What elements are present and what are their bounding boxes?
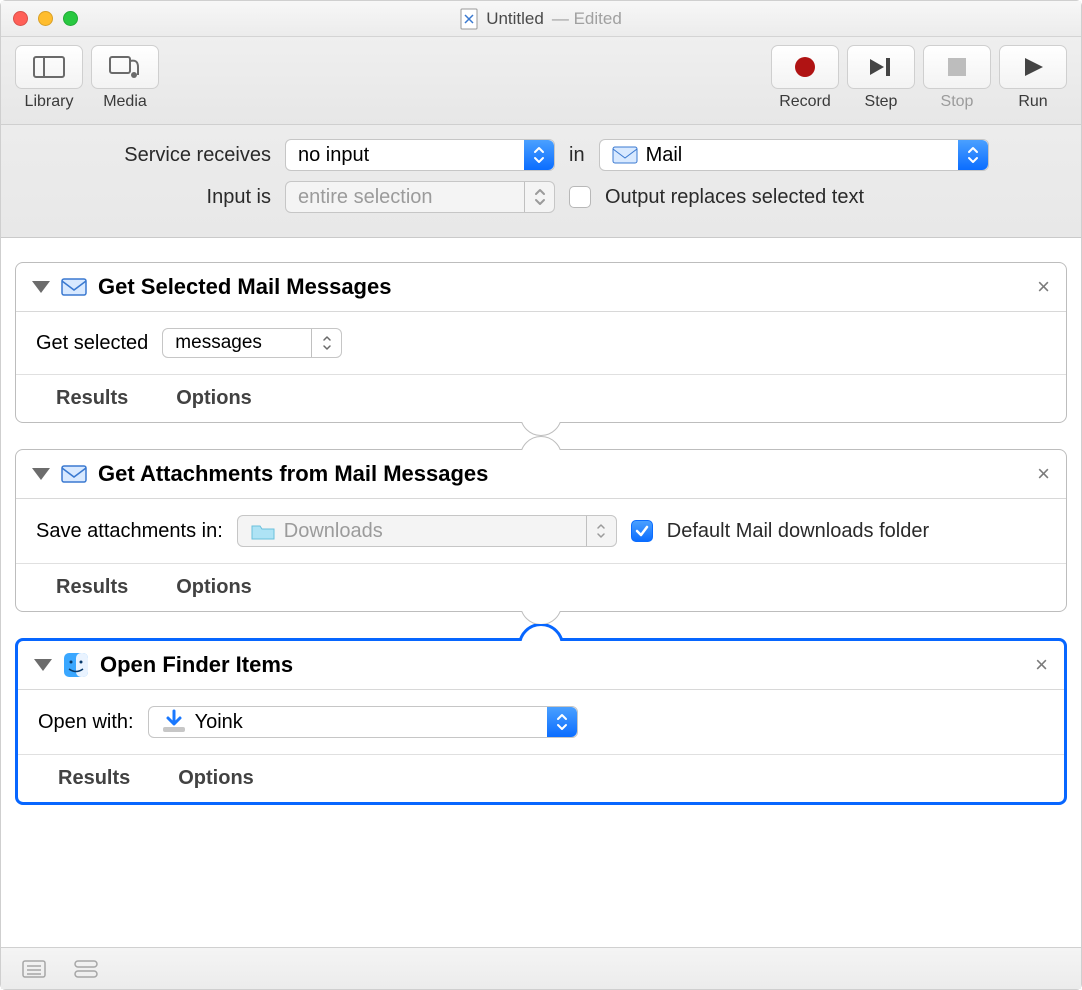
disclosure-triangle-icon[interactable] bbox=[34, 659, 52, 671]
in-label: in bbox=[569, 144, 585, 167]
step-button[interactable] bbox=[847, 45, 915, 89]
service-receives-select[interactable]: no input bbox=[285, 139, 555, 171]
service-app-value: Mail bbox=[646, 144, 683, 167]
service-receives-label: Service receives bbox=[31, 144, 271, 167]
get-selected-label: Get selected bbox=[36, 332, 148, 355]
close-action-button[interactable]: × bbox=[1037, 463, 1050, 485]
input-is-select: entire selection bbox=[285, 181, 555, 213]
open-with-value: Yoink bbox=[195, 711, 243, 734]
media-label: Media bbox=[103, 93, 147, 111]
save-attachments-folder-value: Downloads bbox=[284, 520, 383, 543]
results-tab[interactable]: Results bbox=[36, 387, 128, 410]
toolbar: Library Media Record Step Stop bbox=[1, 37, 1081, 125]
library-button[interactable] bbox=[15, 45, 83, 89]
options-tab[interactable]: Options bbox=[156, 576, 252, 599]
action-title: Get Attachments from Mail Messages bbox=[98, 461, 488, 487]
run-icon bbox=[1016, 53, 1050, 81]
action-title: Get Selected Mail Messages bbox=[98, 274, 391, 300]
output-replaces-label: Output replaces selected text bbox=[605, 186, 864, 209]
stop-icon bbox=[940, 53, 974, 81]
service-settings: Service receives no input in Mail Input … bbox=[1, 125, 1081, 238]
service-receives-value: no input bbox=[298, 144, 369, 167]
step-icon bbox=[864, 53, 898, 81]
record-label: Record bbox=[779, 93, 831, 111]
record-button[interactable] bbox=[771, 45, 839, 89]
chevron-updown-icon bbox=[966, 146, 980, 164]
library-label: Library bbox=[25, 93, 74, 111]
mail-app-icon bbox=[60, 460, 88, 488]
zoom-window-button[interactable] bbox=[63, 11, 78, 26]
open-with-select[interactable]: Yoink bbox=[148, 706, 578, 738]
get-selected-value: messages bbox=[175, 332, 262, 354]
options-tab[interactable]: Options bbox=[156, 387, 252, 410]
chevron-updown-icon bbox=[595, 523, 607, 539]
open-with-label: Open with: bbox=[38, 711, 134, 734]
input-is-value: entire selection bbox=[298, 186, 433, 209]
output-replaces-checkbox[interactable] bbox=[569, 186, 591, 208]
chevron-updown-icon bbox=[555, 713, 569, 731]
chevron-updown-icon bbox=[321, 335, 333, 351]
default-downloads-label: Default Mail downloads folder bbox=[667, 520, 929, 543]
run-label: Run bbox=[1018, 93, 1047, 111]
log-view-button[interactable] bbox=[21, 958, 47, 980]
input-is-label: Input is bbox=[31, 186, 271, 209]
minimize-window-button[interactable] bbox=[38, 11, 53, 26]
status-bar bbox=[1, 947, 1081, 989]
variables-view-button[interactable] bbox=[73, 958, 99, 980]
checkmark-icon bbox=[634, 523, 650, 539]
disclosure-triangle-icon[interactable] bbox=[32, 281, 50, 293]
action-get-selected-mail-messages[interactable]: Get Selected Mail Messages × Get selecte… bbox=[15, 262, 1067, 423]
save-attachments-label: Save attachments in: bbox=[36, 520, 223, 543]
default-downloads-checkbox[interactable] bbox=[631, 520, 653, 542]
media-button[interactable] bbox=[91, 45, 159, 89]
chevron-updown-icon bbox=[533, 188, 547, 206]
save-attachments-folder-select: Downloads bbox=[237, 515, 617, 547]
chevron-updown-icon bbox=[532, 146, 546, 164]
window-title: Untitled bbox=[486, 9, 544, 29]
close-action-button[interactable]: × bbox=[1037, 276, 1050, 298]
connector-in bbox=[513, 433, 569, 450]
titlebar: Untitled — Edited bbox=[1, 1, 1081, 37]
results-tab[interactable]: Results bbox=[38, 767, 130, 790]
finder-app-icon bbox=[62, 651, 90, 679]
action-title: Open Finder Items bbox=[100, 652, 293, 678]
close-window-button[interactable] bbox=[13, 11, 28, 26]
stop-button[interactable] bbox=[923, 45, 991, 89]
window-controls bbox=[13, 11, 78, 26]
service-app-select[interactable]: Mail bbox=[599, 139, 989, 171]
yoink-app-icon bbox=[161, 711, 187, 733]
folder-icon bbox=[250, 520, 276, 542]
action-open-finder-items[interactable]: Open Finder Items × Open with: Yoink Res… bbox=[15, 638, 1067, 805]
library-icon bbox=[32, 53, 66, 81]
record-icon bbox=[788, 53, 822, 81]
action-get-attachments-from-mail-messages[interactable]: Get Attachments from Mail Messages × Sav… bbox=[15, 449, 1067, 612]
mail-app-icon bbox=[612, 144, 638, 166]
close-action-button[interactable]: × bbox=[1035, 654, 1048, 676]
stop-label: Stop bbox=[941, 93, 974, 111]
connector-in bbox=[513, 624, 569, 641]
results-tab[interactable]: Results bbox=[36, 576, 128, 599]
workflow-canvas[interactable]: Get Selected Mail Messages × Get selecte… bbox=[1, 238, 1081, 947]
options-tab[interactable]: Options bbox=[158, 767, 254, 790]
run-button[interactable] bbox=[999, 45, 1067, 89]
get-selected-select[interactable]: messages bbox=[162, 328, 342, 358]
mail-app-icon bbox=[60, 273, 88, 301]
step-label: Step bbox=[865, 93, 898, 111]
workflow-document-icon bbox=[460, 8, 478, 30]
window-edited-status: — Edited bbox=[552, 9, 622, 29]
disclosure-triangle-icon[interactable] bbox=[32, 468, 50, 480]
media-icon bbox=[108, 53, 142, 81]
